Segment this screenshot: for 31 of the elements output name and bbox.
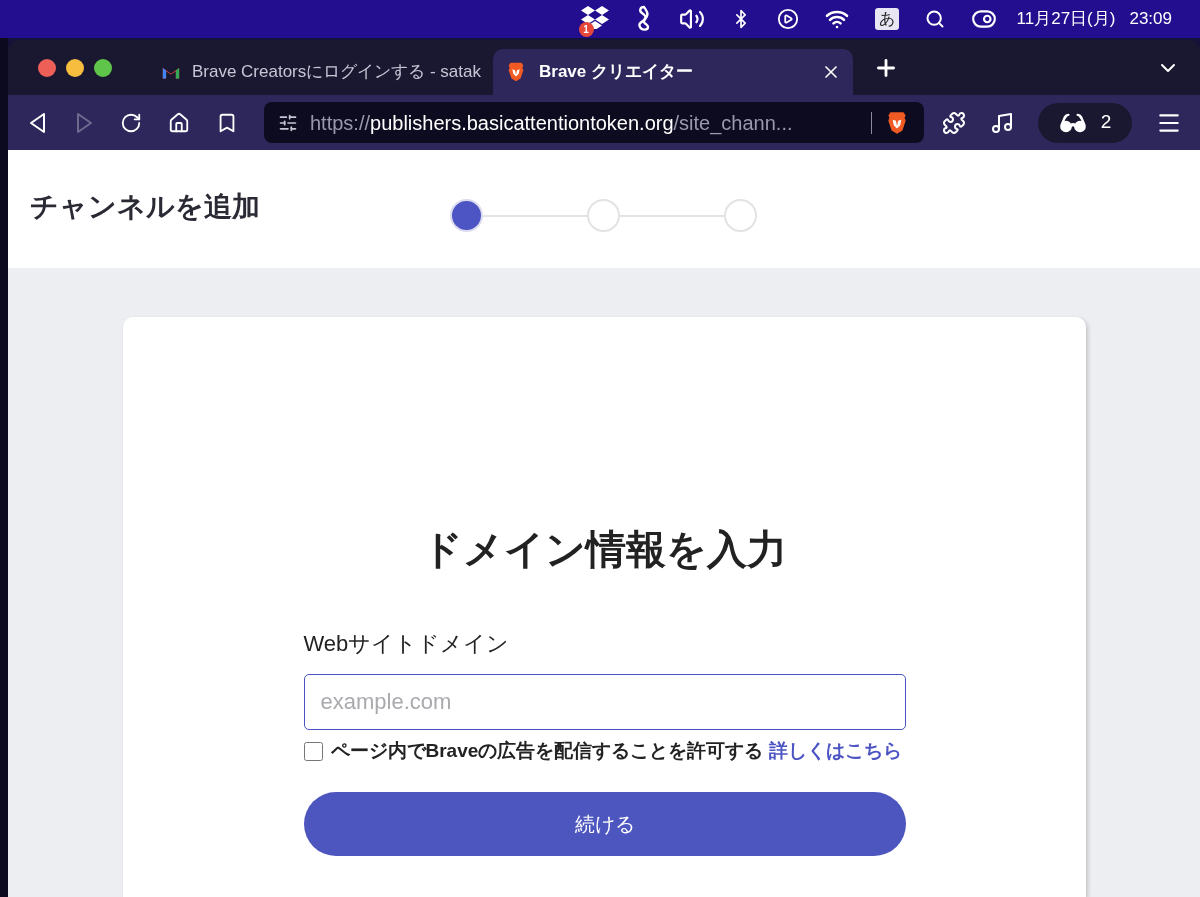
menu-bar-date[interactable]: 11月27日(月)	[1016, 6, 1116, 32]
minimize-window-button[interactable]	[66, 58, 84, 77]
field-label: Webサイトドメイン	[303, 630, 511, 658]
address-bar[interactable]: https://publishers.basicattentiontoken.org/site_chann...	[264, 102, 924, 143]
puzzle-icon[interactable]	[942, 110, 966, 135]
home-icon[interactable]	[168, 111, 190, 134]
search-icon[interactable]	[924, 9, 945, 29]
close-window-button[interactable]	[38, 58, 56, 77]
domain-input-field[interactable]: example.com	[303, 674, 906, 730]
consent-text: ページ内でBraveの広告を配信することを許可する 詳しくはこちら	[330, 739, 902, 763]
input-method-indicator[interactable]: あ	[874, 8, 899, 30]
learn-more-link[interactable]: 詳しくはこちら	[768, 740, 902, 761]
browser-tab[interactable]: Brave Creatorsにログインする - satak	[150, 49, 493, 95]
site-settings-icon[interactable]	[278, 112, 298, 133]
consent-checkbox[interactable]	[303, 742, 323, 761]
url-text: https://publishers.basicattentiontoken.org/site_chann...	[310, 110, 794, 137]
music-icon[interactable]	[990, 110, 1014, 135]
reload-icon[interactable]	[120, 111, 142, 134]
tab-title: Brave クリエイター	[539, 61, 694, 84]
card-heading: ドメイン情報を入力	[422, 526, 787, 573]
notification-badge: 1	[578, 22, 594, 37]
menu-bar-clock[interactable]: 23:09	[1129, 6, 1172, 32]
browser-tab[interactable]: Brave クリエイター	[493, 49, 853, 95]
page-title: チャンネルを追加	[29, 190, 261, 224]
play-icon[interactable]	[776, 8, 799, 30]
zoom-window-button[interactable]	[94, 58, 112, 77]
tab-title: Brave Creatorsにログインする - satak	[191, 61, 481, 84]
volume-icon[interactable]	[678, 6, 705, 32]
back-icon[interactable]	[28, 111, 48, 134]
private-windows-button[interactable]: 2	[1038, 102, 1132, 143]
continue-button[interactable]: 続ける	[303, 792, 906, 856]
